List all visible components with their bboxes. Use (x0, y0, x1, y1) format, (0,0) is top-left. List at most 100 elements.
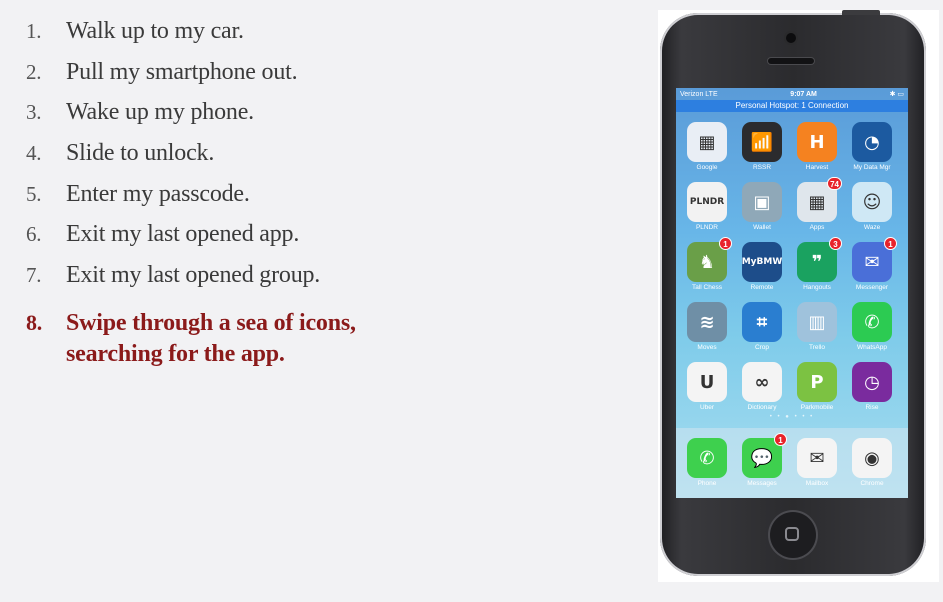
step-text: Exit my last opened group. (66, 262, 321, 289)
app-label: Parkmobile (800, 404, 834, 411)
app-label: RSSR (752, 164, 772, 171)
app-dictionary[interactable]: ∞ Dictionary (740, 362, 784, 411)
app-mailbox[interactable]: ✉ Mailbox (795, 438, 839, 487)
phone-screen: Verizon LTE 9:07 AM ✱ ▭ Personal Hotspot… (676, 88, 908, 498)
status-bar: Verizon LTE 9:07 AM ✱ ▭ (676, 88, 908, 100)
app-chrome[interactable]: ◉ Chrome (850, 438, 894, 487)
waze-icon[interactable]: ☺ (852, 182, 892, 222)
notification-badge: 1 (774, 433, 787, 446)
app-trello[interactable]: ▥ Trello (795, 302, 839, 351)
mailbox-icon[interactable]: ✉ (797, 438, 837, 478)
dock: ✆ Phone 💬 1 Messages ✉ Mailbox ◉ Chrome (676, 428, 908, 498)
dictionary-icon[interactable]: ∞ (742, 362, 782, 402)
wallet-icon[interactable]: ▣ (742, 182, 782, 222)
hotspot-banner[interactable]: Personal Hotspot: 1 Connection (676, 100, 908, 112)
app-data-manager[interactable]: ◔ My Data Mgr (850, 122, 894, 171)
data-manager-icon[interactable]: ◔ (852, 122, 892, 162)
app-messenger[interactable]: ✉ 1 Messenger (850, 237, 897, 291)
step-number: 7. (26, 263, 42, 288)
google-folder-icon[interactable]: ▦ (687, 122, 727, 162)
app-uber[interactable]: U Uber (685, 362, 729, 411)
notification-badge: 74 (827, 177, 842, 190)
battery-icon: ✱ ▭ (889, 91, 904, 98)
crop-icon[interactable]: ⌗ (742, 302, 782, 342)
step-number: 5. (26, 181, 42, 206)
step-item: 7. Exit my last opened group. (26, 262, 406, 303)
harvest-icon[interactable]: H (797, 122, 837, 162)
app-google-folder[interactable]: ▦ Google (685, 122, 729, 171)
step-item: 6. Exit my last opened app. (26, 221, 406, 262)
power-button (842, 10, 880, 15)
app-waze[interactable]: ☺ Waze (850, 182, 894, 231)
app-label: Messages (747, 480, 777, 487)
chrome-icon[interactable]: ◉ (852, 438, 892, 478)
phone-icon[interactable]: ✆ (687, 438, 727, 478)
step-item: 3. Wake up my phone. (26, 99, 406, 140)
step-item: 4. Slide to unlock. (26, 140, 406, 181)
page-indicator: • • ● • • • (769, 414, 815, 420)
step-number: 1. (26, 19, 42, 43)
home-button (770, 512, 816, 558)
clock-label: 9:07 AM (790, 90, 817, 98)
step-text: Enter my passcode. (66, 180, 250, 207)
app-phone[interactable]: ✆ Phone (685, 438, 729, 487)
app-label: Chrome (860, 480, 884, 487)
app-parkmobile[interactable]: P Parkmobile (795, 362, 839, 411)
parkmobile-icon[interactable]: P (797, 362, 837, 402)
messages-icon[interactable]: 💬 1 (742, 433, 787, 478)
app-plndr[interactable]: PLNDR PLNDR (685, 182, 729, 231)
step-item: 2. Pull my smartphone out. (26, 59, 406, 100)
step-item: 5. Enter my passcode. (26, 181, 406, 222)
app-label: Apps (809, 224, 825, 231)
step-number: 2. (26, 59, 42, 84)
moves-icon[interactable]: ≋ (687, 302, 727, 342)
app-label: Dictionary (747, 404, 777, 411)
app-harvest[interactable]: H Harvest (795, 122, 839, 171)
app-label: WhatsApp (857, 344, 887, 351)
carrier-label: Verizon LTE (680, 90, 718, 98)
app-rise[interactable]: ◷ Rise (850, 362, 894, 411)
apps-folder-icon[interactable]: ▦ 74 (797, 177, 842, 222)
app-label: Wallet (753, 224, 771, 231)
app-wallet[interactable]: ▣ Wallet (740, 182, 784, 231)
rise-icon[interactable]: ◷ (852, 362, 892, 402)
hangouts-icon[interactable]: ❞ 3 (797, 237, 842, 282)
app-label: My Data Mgr (853, 164, 891, 171)
rssr-icon[interactable]: 📶 (742, 122, 782, 162)
app-label: Harvest (805, 164, 829, 171)
step-text: Walk up to my car. (66, 18, 244, 44)
app-hangouts[interactable]: ❞ 3 Hangouts (795, 237, 842, 291)
notification-badge: 1 (884, 237, 897, 250)
app-label: Moves (697, 344, 717, 351)
app-apps-folder[interactable]: ▦ 74 Apps (795, 177, 842, 231)
bmw-remote-icon[interactable]: MyBMW (742, 242, 782, 282)
plndr-icon[interactable]: PLNDR (687, 182, 727, 222)
app-label: Mailbox (805, 480, 829, 487)
step-number: 6. (26, 222, 42, 247)
app-moves[interactable]: ≋ Moves (685, 302, 729, 351)
messenger-icon[interactable]: ✉ 1 (852, 237, 897, 282)
app-label: Phone (697, 480, 717, 487)
step-item-highlighted: 8. Swipe through a sea of icons, searchin… (26, 307, 406, 370)
app-bmw-remote[interactable]: MyBMW Remote (740, 242, 784, 291)
app-label: Uber (699, 404, 715, 411)
app-label: Hangouts (803, 284, 831, 291)
notification-badge: 3 (829, 237, 842, 250)
app-label: Crop (754, 344, 770, 351)
app-label: Rise (865, 404, 879, 411)
app-whatsapp[interactable]: ✆ WhatsApp (850, 302, 894, 351)
step-number: 8. (26, 309, 43, 335)
app-messages[interactable]: 💬 1 Messages (740, 433, 787, 487)
uber-icon[interactable]: U (687, 362, 727, 402)
whatsapp-icon[interactable]: ✆ (852, 302, 892, 342)
step-text: Swipe through a sea of icons, searching … (66, 309, 356, 367)
app-rssr[interactable]: 📶 RSSR (740, 122, 784, 171)
app-crop[interactable]: ⌗ Crop (740, 302, 784, 351)
step-text: Pull my smartphone out. (66, 58, 298, 85)
app-tall-chess[interactable]: ♞ 1 Tall Chess (685, 237, 732, 291)
app-label: Remote (750, 284, 774, 291)
app-label: Tall Chess (692, 284, 722, 291)
trello-icon[interactable]: ▥ (797, 302, 837, 342)
step-number: 4. (26, 141, 42, 166)
tall-chess-icon[interactable]: ♞ 1 (687, 237, 732, 282)
